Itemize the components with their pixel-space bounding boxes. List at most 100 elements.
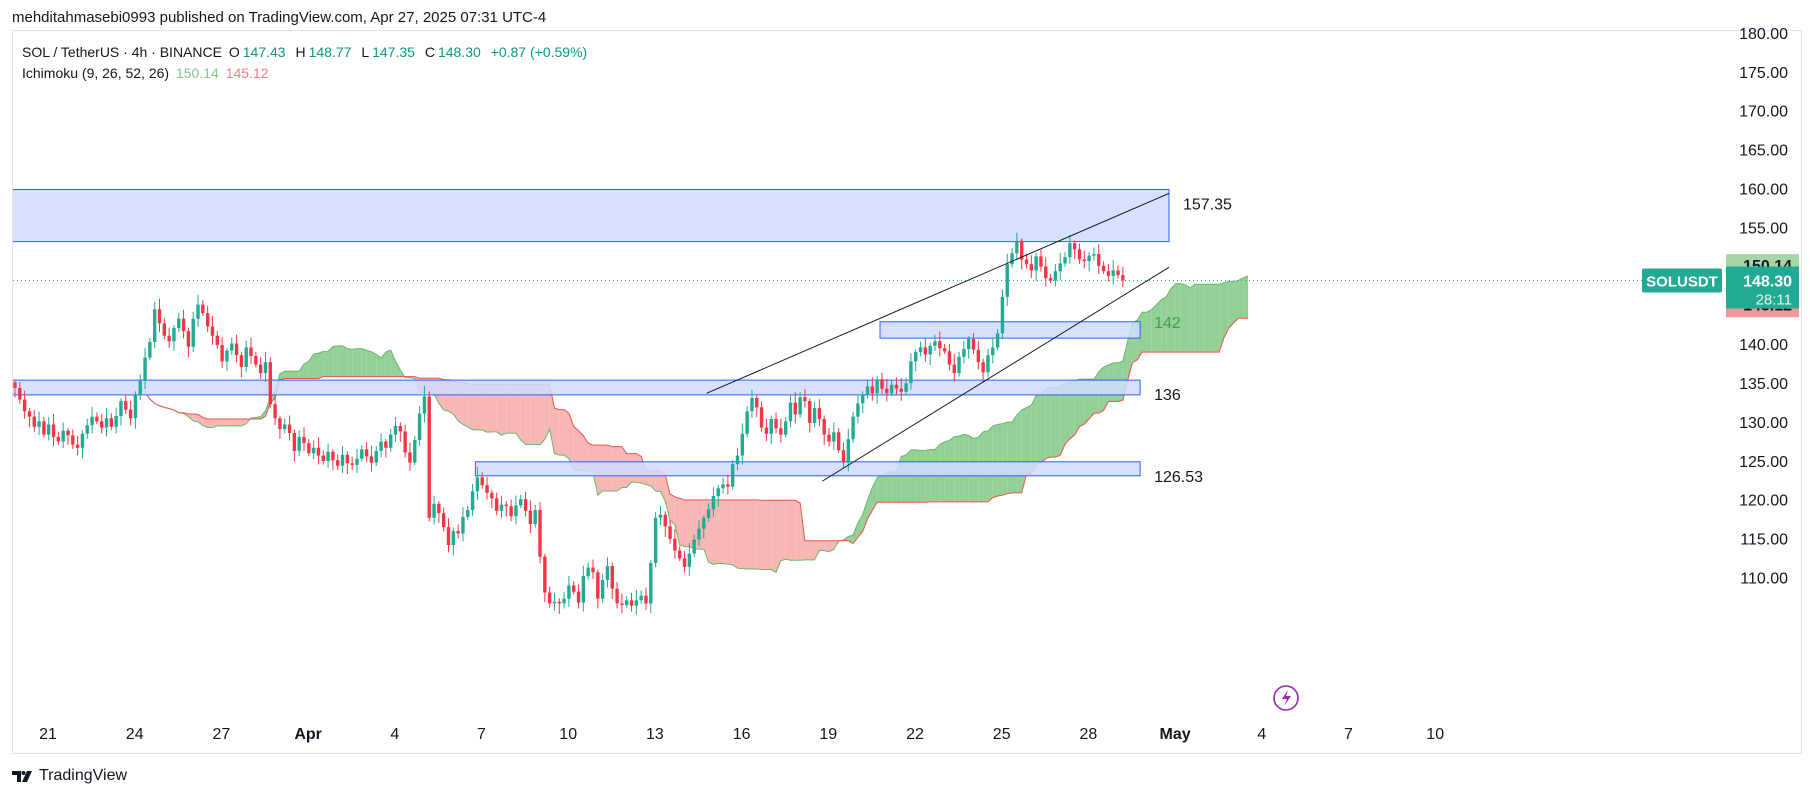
candle (446, 518, 451, 553)
candle-body (205, 313, 210, 327)
candle (682, 550, 687, 573)
candle (514, 495, 518, 525)
candle (205, 305, 210, 333)
candle (644, 587, 648, 611)
y-tick-label: 165.00 (1739, 143, 1788, 160)
candle-body (962, 348, 966, 357)
candle (408, 442, 412, 471)
candle-body (1106, 271, 1111, 276)
candle (360, 445, 364, 462)
candle-body (1116, 270, 1120, 276)
x-tick-label: 16 (733, 726, 751, 743)
candle-body (832, 432, 836, 442)
lightning-icon[interactable] (1273, 685, 1299, 711)
candle-body (519, 499, 523, 506)
candle-body (350, 463, 354, 465)
candle-body (374, 450, 378, 463)
candle (27, 407, 32, 428)
candle (586, 562, 590, 580)
candle (230, 337, 234, 355)
candle-body (13, 382, 17, 388)
candle-body (1082, 259, 1086, 262)
candle (976, 340, 981, 370)
candle (658, 505, 663, 526)
candle-body (432, 503, 436, 518)
candle (557, 598, 561, 614)
x-tick-label: 10 (559, 726, 577, 743)
candle (851, 411, 855, 443)
candle-body (162, 323, 167, 336)
candle (808, 398, 812, 433)
price-chart[interactable]: 157.35 142 136 126.53 110.00 115.00 120.00 125.… (0, 0, 1814, 798)
candle-body (803, 397, 807, 402)
x-tick-label: 24 (126, 726, 144, 743)
candle-body (509, 506, 513, 517)
candle (85, 418, 89, 439)
candle (1000, 289, 1005, 340)
candle-body (547, 592, 552, 604)
candle-body (56, 436, 61, 442)
candle (687, 543, 692, 576)
candle (634, 589, 639, 615)
candle (576, 584, 581, 609)
candle-body (610, 566, 614, 589)
y-tick-label: 155.00 (1739, 220, 1788, 237)
candle-body (104, 418, 109, 428)
candle (302, 427, 306, 452)
candle (432, 495, 436, 525)
candle (263, 351, 268, 383)
x-tick-label: 25 (993, 726, 1011, 743)
candle (1111, 259, 1115, 285)
candle (494, 492, 499, 516)
candle-body (278, 418, 282, 430)
x-tick-label: 4 (1257, 726, 1266, 743)
candle (307, 438, 311, 456)
candle-body (678, 550, 682, 559)
candle-body (254, 355, 258, 365)
candle-body (918, 347, 923, 353)
candle (567, 575, 571, 607)
candle (239, 351, 244, 378)
candle-body (788, 402, 793, 422)
candle (340, 445, 345, 474)
candle-body (1092, 254, 1096, 256)
candle-body (793, 402, 797, 415)
candle (649, 560, 653, 614)
candle (177, 312, 181, 333)
candle (875, 375, 879, 404)
y-tick-label: 125.00 (1739, 454, 1788, 471)
tradingview-brand[interactable]: TradingView (12, 767, 127, 785)
candle (914, 349, 918, 372)
candle-body (730, 464, 735, 487)
candle (350, 456, 354, 470)
candle (615, 582, 619, 609)
candle (1058, 252, 1062, 281)
candle-body (422, 396, 427, 414)
candle (1019, 238, 1024, 270)
y-tick-label: 140.00 (1739, 337, 1788, 354)
candle-body (836, 432, 841, 451)
x-tick-label: 10 (1426, 726, 1444, 743)
candle (413, 435, 417, 466)
candle-body (446, 527, 451, 546)
zone-1 (13, 189, 1170, 243)
candle (1044, 256, 1048, 287)
candle-body (201, 304, 205, 314)
candle-body (119, 401, 123, 416)
candle (836, 427, 841, 453)
candle-body (18, 387, 22, 400)
candle-body (71, 435, 75, 445)
candle (538, 501, 542, 564)
indicator-legend[interactable]: Ichimoku (9, 26, 52, 26) 150.14 145.12 (22, 65, 272, 81)
x-tick-label: May (1160, 726, 1191, 743)
candle-body (557, 601, 561, 604)
candle-body (591, 567, 595, 573)
candle-body (894, 384, 899, 389)
candle (1029, 255, 1034, 278)
candle-body (326, 451, 330, 462)
candle-body (543, 556, 547, 593)
candle (311, 440, 316, 460)
candle-body (475, 477, 480, 492)
candle (437, 501, 441, 523)
legend-symbol[interactable]: SOL / TetherUS · 4h · BINANCE (22, 44, 222, 60)
